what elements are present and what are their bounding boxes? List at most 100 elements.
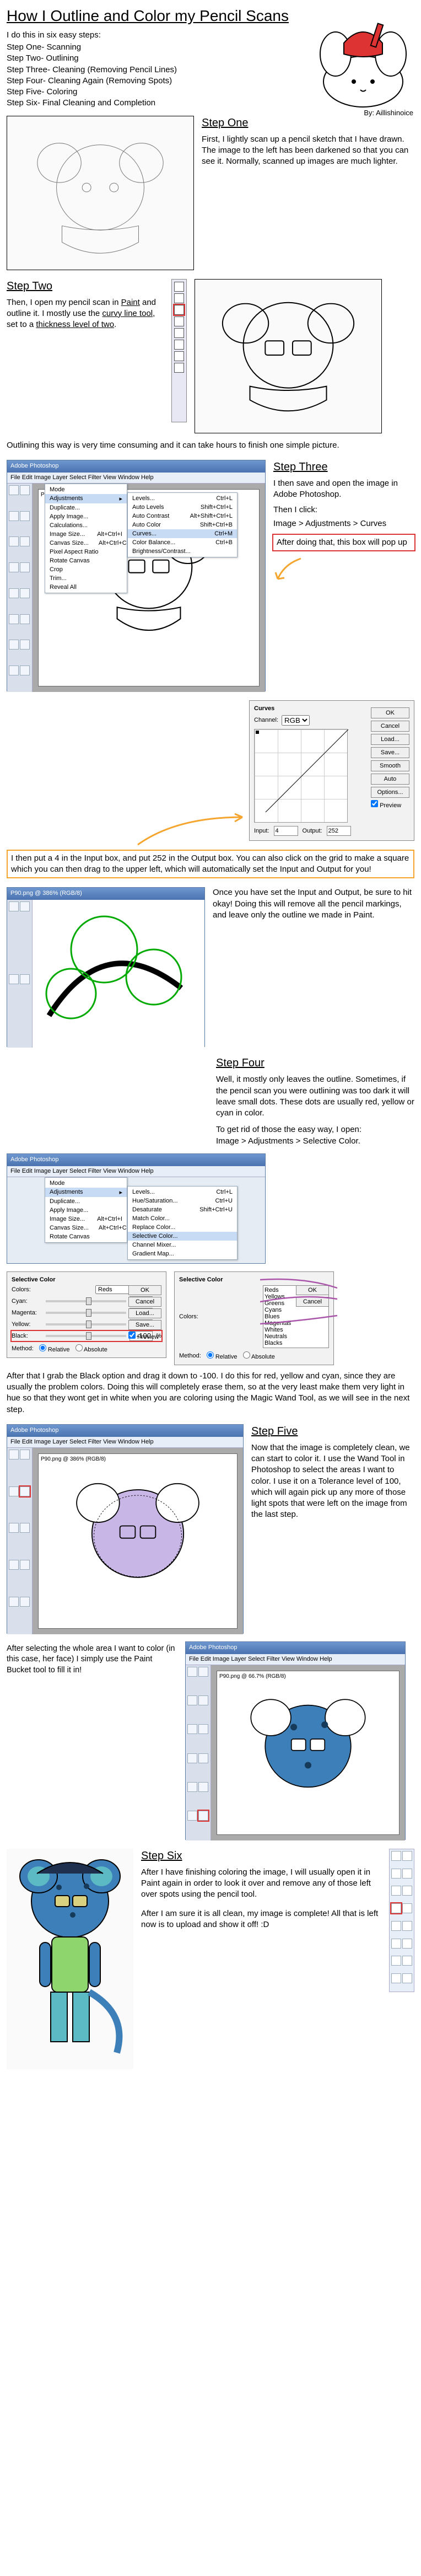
menu-item[interactable]: Duplicate... [45, 1197, 127, 1206]
ps-tool-icon[interactable] [20, 536, 30, 546]
ps-tool-icon[interactable] [9, 562, 19, 572]
menu-item[interactable]: Rotate Canvas [45, 1232, 127, 1241]
paint-tool-icon[interactable] [174, 316, 184, 326]
ps-tool-icon[interactable] [20, 1450, 30, 1459]
yellow-slider[interactable] [46, 1323, 126, 1325]
load-button[interactable]: Load... [371, 734, 409, 745]
menu-item[interactable]: Replace Color... [128, 1223, 237, 1232]
ps-tool-icon[interactable] [9, 485, 19, 495]
menu-item[interactable]: Mode [45, 485, 127, 494]
paint-tool-icon[interactable] [391, 1869, 401, 1879]
ps-tool-icon[interactable] [20, 640, 30, 650]
curves-output-field[interactable] [327, 826, 351, 836]
ps-tool-icon[interactable] [187, 1753, 197, 1763]
ps-tool-icon[interactable] [9, 1450, 19, 1459]
paint-tool-icon[interactable] [174, 293, 184, 303]
ps-tool-icon[interactable] [187, 1782, 197, 1792]
relative-radio[interactable] [207, 1351, 214, 1359]
color-option[interactable]: Blacks [265, 1340, 327, 1346]
menu-item[interactable]: Brightness/Contrast... [128, 547, 237, 556]
menu-item[interactable]: Levels...Ctrl+L [128, 1188, 237, 1196]
color-option-cyans[interactable]: Cyans [265, 1307, 327, 1313]
color-option[interactable]: Magentas [265, 1320, 327, 1327]
curves-input-field[interactable] [274, 826, 298, 836]
menu-item[interactable]: Calculations... [45, 521, 127, 530]
menu-item[interactable]: Canvas Size...Alt+Ctrl+C [45, 1223, 127, 1232]
ps-tool-icon[interactable] [198, 1753, 208, 1763]
paint-tool-icon[interactable] [391, 1921, 401, 1931]
ps-tool-icon[interactable] [20, 666, 30, 675]
menu-item[interactable]: Duplicate... [45, 503, 127, 512]
paint-tool-icon[interactable] [174, 328, 184, 338]
menu-item[interactable]: DesaturateShift+Ctrl+U [128, 1205, 237, 1214]
ps-menubar[interactable]: File Edit Image Layer Select Filter View… [186, 1654, 405, 1665]
ok-button[interactable]: OK [371, 707, 409, 718]
color-option[interactable]: Neutrals [265, 1333, 327, 1340]
smooth-button[interactable]: Smooth [371, 760, 409, 771]
channel-select[interactable]: RGB [282, 715, 310, 726]
ps-tool-icon[interactable] [20, 974, 30, 984]
pencil-tool-icon[interactable] [391, 1903, 401, 1913]
menu-item[interactable]: Image Size...Alt+Ctrl+I [45, 530, 127, 539]
cyan-slider[interactable] [46, 1300, 126, 1302]
black-slider[interactable] [46, 1335, 126, 1337]
paint-tool-icon[interactable] [391, 1973, 401, 1983]
menu-item[interactable]: Auto LevelsShift+Ctrl+L [128, 503, 237, 512]
ps-tool-icon[interactable] [187, 1811, 197, 1821]
cancel-button[interactable]: Cancel [296, 1297, 329, 1307]
ps-tool-icon[interactable] [9, 588, 19, 598]
save-button[interactable]: Save... [371, 747, 409, 758]
menu-item[interactable]: Apply Image... [45, 512, 127, 521]
preview-checkbox[interactable] [371, 800, 378, 807]
paint-tool-icon[interactable] [174, 351, 184, 361]
paint-tool-icon[interactable] [402, 1869, 412, 1879]
paint-tool-icon[interactable] [174, 363, 184, 373]
ps-tool-icon[interactable] [187, 1724, 197, 1734]
ps-menubar[interactable]: File Edit Image Layer Select Filter View… [7, 1166, 265, 1177]
ps-tool-icon[interactable] [198, 1782, 208, 1792]
menu-item[interactable]: Auto ColorShift+Ctrl+B [128, 520, 237, 529]
ps-tool-icon[interactable] [9, 1597, 19, 1607]
paint-tool-icon[interactable] [402, 1921, 412, 1931]
curves-grid[interactable] [254, 729, 348, 823]
options-button[interactable]: Options... [371, 787, 409, 798]
ps-tool-icon[interactable] [198, 1724, 208, 1734]
absolute-radio[interactable] [243, 1351, 250, 1359]
ps-tool-icon[interactable] [20, 511, 30, 521]
ps-tool-icon[interactable] [198, 1695, 208, 1705]
ps-tool-icon[interactable] [20, 1597, 30, 1607]
menu-item[interactable]: Image Size...Alt+Ctrl+I [45, 1215, 127, 1223]
paint-tool-icon[interactable] [391, 1939, 401, 1949]
ps-menubar[interactable]: File Edit Image Layer Select Filter View… [7, 473, 265, 484]
ps-tool-icon[interactable] [20, 1523, 30, 1533]
paint-tool-icon[interactable] [174, 282, 184, 292]
ps-tool-icon[interactable] [9, 640, 19, 650]
menu-item-curves[interactable]: Curves...Ctrl+M [128, 529, 237, 538]
image-menu-dropdown[interactable]: Mode Adjustments▸ Duplicate... Apply Ima… [45, 1177, 127, 1243]
save-button[interactable]: Save... [128, 1320, 161, 1330]
menu-item[interactable]: Levels...Ctrl+L [128, 494, 237, 503]
relative-radio[interactable] [39, 1344, 46, 1351]
ok-button[interactable]: OK [128, 1285, 161, 1295]
ps-tool-icon[interactable] [20, 1560, 30, 1570]
ps-menubar[interactable]: File Edit Image Layer Select Filter View… [7, 1437, 243, 1448]
paint-tool-icon[interactable] [391, 1851, 401, 1861]
menu-item[interactable]: Crop [45, 565, 127, 574]
menu-item[interactable]: Match Color... [128, 1214, 237, 1223]
paint-bucket-tool-icon[interactable] [198, 1811, 208, 1821]
menu-item[interactable]: Mode [45, 1179, 127, 1188]
ps-tool-icon[interactable] [9, 1523, 19, 1533]
menu-item[interactable]: Apply Image... [45, 1206, 127, 1215]
menu-item[interactable]: Color Balance...Ctrl+B [128, 538, 237, 547]
magenta-slider[interactable] [46, 1312, 126, 1314]
menu-item-selective-color[interactable]: Selective Color... [128, 1232, 237, 1241]
ok-button[interactable]: OK [296, 1285, 329, 1295]
menu-item[interactable]: Gradient Map... [128, 1249, 237, 1258]
ps-tool-icon[interactable] [20, 562, 30, 572]
paint-tool-icon[interactable] [174, 340, 184, 350]
ps-tool-icon[interactable] [9, 614, 19, 624]
menu-item[interactable]: Auto ContrastAlt+Shift+Ctrl+L [128, 512, 237, 520]
ps-tool-icon[interactable] [20, 614, 30, 624]
ps-tool-icon[interactable] [20, 485, 30, 495]
menu-item[interactable]: Reveal All [45, 583, 127, 592]
